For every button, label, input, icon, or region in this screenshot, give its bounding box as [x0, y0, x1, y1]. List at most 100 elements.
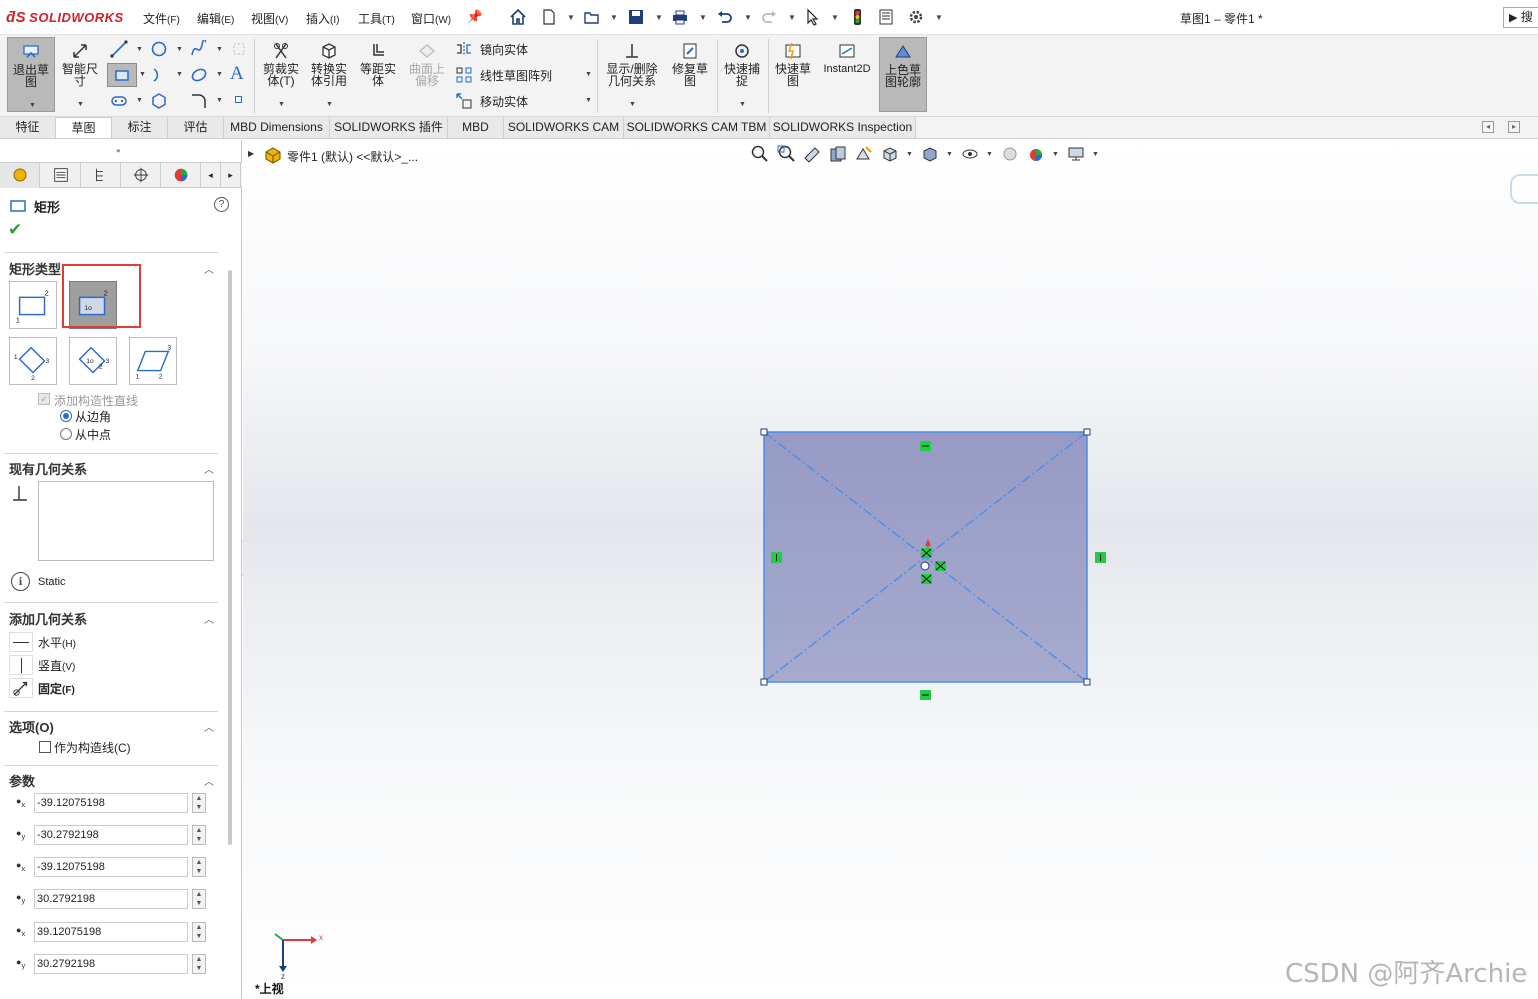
- print-icon[interactable]: [671, 8, 689, 26]
- save-icon[interactable]: [627, 8, 645, 26]
- solidworks-logo[interactable]: ƌS SOLIDWORKS: [6, 9, 124, 26]
- vertical-relation-icon[interactable]: [9, 655, 33, 675]
- hide-show-dropdown-icon[interactable]: ▼: [986, 151, 993, 158]
- parallelogram-button[interactable]: 1 2 3: [129, 337, 177, 385]
- new-document-icon[interactable]: [540, 8, 558, 26]
- 3pt-center-rectangle-button[interactable]: 1o 2 3: [69, 337, 117, 385]
- sketch-rectangle[interactable]: [753, 422, 1123, 704]
- param-y3-spinner[interactable]: ▲ ▼: [192, 954, 206, 974]
- save-dropdown-icon[interactable]: ▼: [655, 13, 663, 22]
- home-icon[interactable]: [509, 8, 527, 26]
- line-tool-icon[interactable]: [110, 40, 128, 58]
- section-existing-relations[interactable]: 现有几何关系: [9, 459, 87, 478]
- vertical-relation-glyph-left[interactable]: [771, 552, 782, 563]
- param-y1-input[interactable]: [34, 825, 188, 845]
- ellipse-tool-icon[interactable]: [190, 66, 208, 84]
- ellipse-dropdown-icon[interactable]: ▼: [216, 71, 223, 78]
- smart-dimension-dropdown-icon[interactable]: ▼: [77, 99, 84, 111]
- panel-grip-icon[interactable]: ●: [116, 146, 121, 155]
- edit-appearance-icon[interactable]: [1000, 144, 1020, 164]
- exit-sketch-button[interactable]: 退出草图 ▼: [7, 37, 55, 112]
- rectangle-tool-button[interactable]: [107, 63, 137, 87]
- view-settings-monitor-icon[interactable]: [1066, 144, 1086, 164]
- view-settings-dropdown-icon[interactable]: ▼: [1092, 151, 1099, 158]
- tabs-scroll-right-icon[interactable]: ▸: [221, 163, 241, 188]
- param-x2-spinner[interactable]: ▲ ▼: [192, 857, 206, 877]
- param-x3-input[interactable]: [34, 922, 188, 942]
- tab-evaluate[interactable]: 评估: [168, 117, 224, 138]
- collapse-parameters-icon[interactable]: ︿: [204, 773, 214, 788]
- display-manager-tab-icon[interactable]: [161, 163, 201, 188]
- collapse-rect-type-icon[interactable]: ︿: [204, 261, 214, 276]
- instant2d-button[interactable]: Instant2D: [819, 41, 875, 75]
- param-y2-spinner[interactable]: ▲ ▼: [192, 889, 206, 909]
- mirror-entities-icon[interactable]: [455, 40, 473, 58]
- offset-on-surface-button[interactable]: 曲面上偏移: [405, 41, 449, 87]
- tab-features[interactable]: 特征: [0, 117, 56, 138]
- select-cursor-icon[interactable]: [804, 8, 822, 26]
- tab-sketch[interactable]: 草图: [56, 117, 112, 138]
- snaps-dropdown-icon[interactable]: ▼: [739, 99, 746, 111]
- scene-dropdown-icon[interactable]: ▼: [1052, 151, 1059, 158]
- shaded-sketch-contours-button[interactable]: 上色草图轮廓: [879, 37, 927, 112]
- tree-expand-icon[interactable]: ▶: [248, 149, 254, 158]
- corner-rectangle-button[interactable]: 12: [9, 281, 57, 329]
- menu-tools[interactable]: 工具(T): [358, 10, 395, 27]
- linear-pattern-label[interactable]: 线性草图阵列: [480, 67, 552, 84]
- display-style-dropdown-icon[interactable]: ▼: [946, 151, 953, 158]
- pin-icon[interactable]: 📌: [466, 8, 484, 26]
- horizontal-relation-icon[interactable]: [9, 632, 33, 652]
- spline-dropdown-icon[interactable]: ▼: [216, 46, 223, 53]
- zoom-to-area-icon[interactable]: [776, 144, 796, 164]
- menu-view[interactable]: 视图(V): [251, 10, 288, 27]
- open-dropdown-icon[interactable]: ▼: [610, 13, 618, 22]
- section-parameters[interactable]: 参数: [9, 771, 35, 790]
- linear-pattern-icon[interactable]: [455, 66, 473, 84]
- tab-solidworks-inspection[interactable]: SOLIDWORKS Inspection: [770, 117, 916, 138]
- linear-pattern-dropdown-icon[interactable]: ▼: [585, 71, 592, 78]
- dynamic-annotation-icon[interactable]: [854, 144, 874, 164]
- open-folder-icon[interactable]: [583, 8, 601, 26]
- fix-relation-anchor-icon[interactable]: [9, 678, 33, 698]
- horizontal-relation-glyph-bottom[interactable]: [920, 690, 931, 700]
- add-construction-lines-checkbox[interactable]: ✓: [38, 393, 50, 405]
- dimxpert-tab-icon[interactable]: [121, 163, 161, 188]
- trim-entities-button[interactable]: 剪裁实体(T) ▼: [259, 41, 303, 108]
- help-icon[interactable]: ?: [214, 197, 229, 212]
- spline-tool-icon[interactable]: [190, 40, 208, 58]
- 3pt-corner-rectangle-button[interactable]: 1 2 3: [9, 337, 57, 385]
- tab-mbd-dimensions[interactable]: MBD Dimensions: [224, 117, 330, 138]
- sketch-fillet-icon[interactable]: [190, 92, 208, 110]
- feature-manager-tab-icon[interactable]: [0, 163, 40, 188]
- redo-icon[interactable]: [760, 8, 778, 26]
- move-entities-label[interactable]: 移动实体: [480, 93, 528, 110]
- rapid-sketch-button[interactable]: 快速草图: [771, 41, 815, 87]
- menu-insert[interactable]: 插入(I): [306, 10, 339, 27]
- property-manager-tab-icon[interactable]: [41, 163, 81, 188]
- polygon-tool-icon[interactable]: [150, 92, 168, 110]
- point-tool-icon[interactable]: [235, 96, 242, 103]
- tab-markup[interactable]: 标注: [112, 117, 168, 138]
- corner-point-tl[interactable]: [760, 428, 768, 436]
- options-gear-icon[interactable]: [907, 8, 925, 26]
- file-properties-icon[interactable]: [877, 8, 895, 26]
- param-y2-input[interactable]: [34, 889, 188, 909]
- convert-dropdown-icon[interactable]: ▼: [326, 99, 333, 111]
- hide-show-items-icon[interactable]: [960, 144, 980, 164]
- configuration-manager-tab-icon[interactable]: [81, 163, 121, 188]
- section-view-icon[interactable]: [828, 144, 848, 164]
- construction-checkbox[interactable]: [39, 741, 51, 753]
- rectangle-dropdown-icon[interactable]: ▼: [139, 71, 146, 78]
- param-x1-spinner[interactable]: ▲ ▼: [192, 793, 206, 813]
- from-corners-radio[interactable]: [60, 410, 72, 422]
- smart-dimension-button[interactable]: 智能尺寸 ▼: [58, 41, 102, 108]
- vertical-relation-label[interactable]: 竖直(V): [38, 657, 75, 674]
- corner-point-tr[interactable]: [1083, 428, 1091, 436]
- task-pane-tab[interactable]: [1510, 174, 1538, 204]
- section-options[interactable]: 选项(O): [9, 717, 54, 736]
- arc-dropdown-icon[interactable]: ▼: [176, 71, 183, 78]
- graphics-area[interactable]: ▶ 零件1 (默认) <<默认>_... ▼ ▼ ▼ ▼ ▼ x z *上视 C…: [243, 140, 1538, 999]
- section-add-relations[interactable]: 添加几何关系: [9, 609, 87, 628]
- collapse-left-icon[interactable]: ◂: [1482, 121, 1494, 133]
- move-entities-icon[interactable]: [455, 92, 473, 110]
